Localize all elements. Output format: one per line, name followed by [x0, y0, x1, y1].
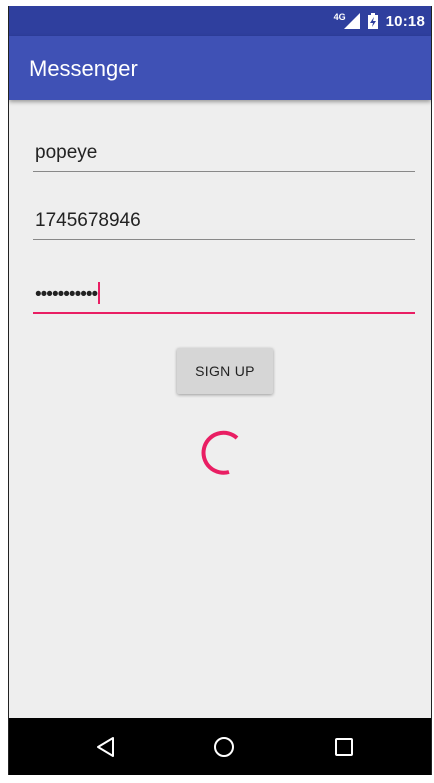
- app-bar: Messenger: [9, 36, 431, 100]
- phone-screen: 4G 10:18 Messenger popeye 1745678946 •••…: [8, 6, 432, 775]
- navigation-bar: [9, 718, 431, 775]
- password-value: •••••••••••: [35, 282, 101, 306]
- home-button[interactable]: [209, 732, 239, 762]
- recents-button[interactable]: [329, 732, 359, 762]
- status-clock: 10:18: [385, 12, 425, 30]
- loading-spinner-icon: [201, 430, 239, 475]
- back-icon: [97, 737, 114, 757]
- status-bar: 4G 10:18: [9, 6, 431, 36]
- username-underline: [33, 171, 415, 172]
- password-underline: [33, 312, 415, 314]
- phone-underline: [33, 239, 415, 240]
- username-field[interactable]: popeye: [33, 136, 415, 172]
- recents-icon: [335, 738, 353, 756]
- signup-button[interactable]: SIGN UP: [177, 348, 273, 394]
- phone-field[interactable]: 1745678946: [33, 204, 415, 240]
- password-field[interactable]: •••••••••••: [33, 278, 415, 314]
- phone-value: 1745678946: [35, 210, 141, 231]
- password-dots: •••••••••••: [35, 284, 98, 305]
- status-icons: 4G 10:18: [334, 12, 425, 30]
- battery-charging-icon: [367, 13, 378, 29]
- username-value: popeye: [35, 142, 98, 163]
- signal-icon: [343, 13, 360, 29]
- text-cursor: [98, 282, 101, 304]
- home-icon: [214, 737, 234, 757]
- app-title: Messenger: [29, 56, 138, 81]
- back-button[interactable]: [91, 732, 121, 762]
